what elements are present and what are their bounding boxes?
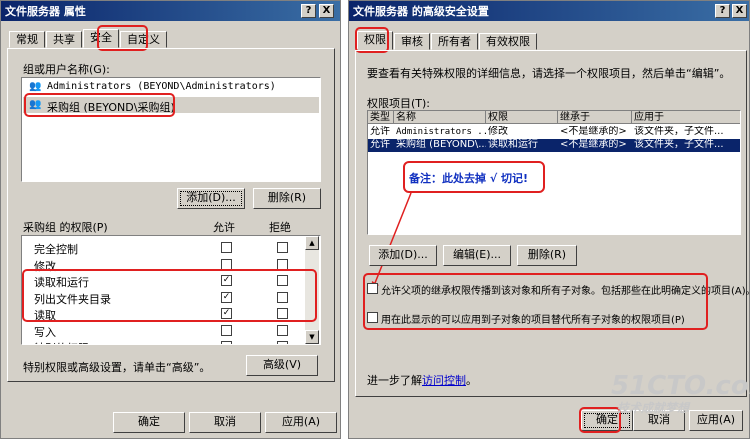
tab-customize[interactable]: 自定义: [120, 31, 167, 48]
advanced-security-dialog: 文件服务器 的高级安全设置 ? X 权限 审核 所有者 有效权限 要查看有关特殊…: [348, 0, 750, 439]
allow-checkbox[interactable]: [221, 258, 232, 270]
learn-suffix: 。: [466, 374, 477, 387]
allow-header: 允许: [213, 221, 235, 234]
tab-general[interactable]: 常规: [9, 31, 45, 48]
deny-checkbox[interactable]: [277, 275, 288, 286]
close-button[interactable]: X: [319, 4, 334, 18]
permissions-label: 采购组 的权限(P): [23, 221, 108, 234]
inherit-option-text: 允许父项的继承权限传播到该对象和所有子对象。包括那些在此明确定义的项目(A)。: [381, 286, 750, 297]
permissions-list[interactable]: 完全控制修改读取和运行 ✓ 列出文件夹目录 ✓ 读取 ✓ 写入特别的权限: [21, 235, 321, 345]
replace-option-text: 用在此显示的可以应用到子对象的项目替代所有子对象的权限项目(P): [381, 315, 685, 326]
properties-title-bar: 文件服务器 属性 ? X: [1, 1, 340, 21]
permission-name: 修改: [34, 259, 56, 273]
permission-name: 读取: [34, 309, 56, 322]
inherit-checkbox[interactable]: [367, 283, 378, 294]
allow-checkbox[interactable]: ✓: [221, 308, 232, 319]
access-control-link[interactable]: 访问控制: [422, 374, 466, 387]
user-item-administrators[interactable]: Administrators (BEYOND\Administrators): [47, 81, 276, 92]
permission-name: 特别的权限: [34, 340, 89, 344]
advanced-button[interactable]: 高级(V): [246, 355, 318, 376]
allow-checkbox[interactable]: [221, 242, 232, 253]
cancel-button[interactable]: 取消: [189, 412, 261, 433]
permission-row[interactable]: 写入: [22, 323, 306, 339]
deny-checkbox[interactable]: [277, 258, 288, 270]
allow-checkbox[interactable]: ✓: [221, 275, 232, 286]
user-group-icon: 👥: [29, 81, 42, 92]
remove-entry-button[interactable]: 删除(R): [517, 245, 577, 266]
add-entry-button[interactable]: 添加(D)...: [369, 245, 437, 266]
tab-security[interactable]: 安全: [83, 29, 119, 48]
group-label: 组或用户名称(G):: [23, 63, 110, 76]
permission-row[interactable]: 特别的权限: [22, 339, 306, 344]
permission-name: 完全控制: [34, 243, 78, 256]
permissions-scrollbar[interactable]: [305, 236, 319, 344]
user-item-purchase[interactable]: 采购组 (BEYOND\采购组): [47, 99, 175, 115]
deny-header: 拒绝: [269, 221, 291, 234]
learn-prefix: 进一步了解: [367, 374, 422, 387]
arrow-line: [374, 192, 412, 284]
edit-entry-button[interactable]: 编辑(E)...: [443, 245, 511, 266]
deny-checkbox[interactable]: [277, 242, 288, 253]
permission-row[interactable]: 完全控制: [22, 240, 306, 256]
allow-checkbox[interactable]: [221, 324, 232, 336]
permission-row[interactable]: 读取 ✓: [22, 306, 306, 322]
scroll-down-icon[interactable]: ▼: [305, 330, 319, 344]
replace-checkbox[interactable]: [367, 312, 378, 323]
ok-button[interactable]: 确定: [113, 412, 185, 433]
deny-checkbox[interactable]: [277, 308, 288, 319]
apply-button[interactable]: 应用(A): [689, 410, 743, 431]
permission-row[interactable]: 修改: [22, 257, 306, 273]
permission-name: 列出文件夹目录: [34, 292, 111, 306]
user-group-icon: 👥: [29, 99, 42, 110]
permission-row[interactable]: 读取和运行 ✓: [22, 273, 306, 289]
properties-title: 文件服务器 属性: [5, 5, 86, 18]
tab-sharing[interactable]: 共享: [46, 31, 82, 48]
help-button[interactable]: ?: [301, 4, 316, 18]
watermark-site: 51CTO.com: [611, 371, 750, 401]
scroll-up-icon[interactable]: ▲: [305, 236, 319, 250]
watermark-sub: 技术成就梦想: [617, 401, 690, 415]
learn-more: 进一步了解访问控制。: [367, 372, 477, 388]
allow-checkbox[interactable]: [221, 341, 232, 344]
permission-name: 写入: [34, 325, 56, 339]
special-perm-text: 特别权限或高级设置，请单击“高级”。: [23, 361, 211, 374]
remove-user-button[interactable]: 删除(R): [253, 188, 321, 209]
apply-button[interactable]: 应用(A): [265, 412, 337, 433]
deny-checkbox[interactable]: [277, 324, 288, 336]
allow-checkbox[interactable]: ✓: [221, 291, 232, 303]
users-list[interactable]: [21, 77, 321, 182]
deny-checkbox[interactable]: [277, 341, 288, 344]
add-user-button[interactable]: 添加(D)...: [177, 188, 245, 209]
properties-tabs: 常规 共享 安全 自定义: [9, 29, 168, 48]
permission-name: 读取和运行: [34, 276, 89, 289]
deny-checkbox[interactable]: [277, 291, 288, 303]
permission-row[interactable]: 列出文件夹目录 ✓: [22, 290, 306, 306]
properties-dialog: 文件服务器 属性 ? X 常规 共享 安全 自定义 组或用户名称(G): 👥 A…: [0, 0, 341, 439]
